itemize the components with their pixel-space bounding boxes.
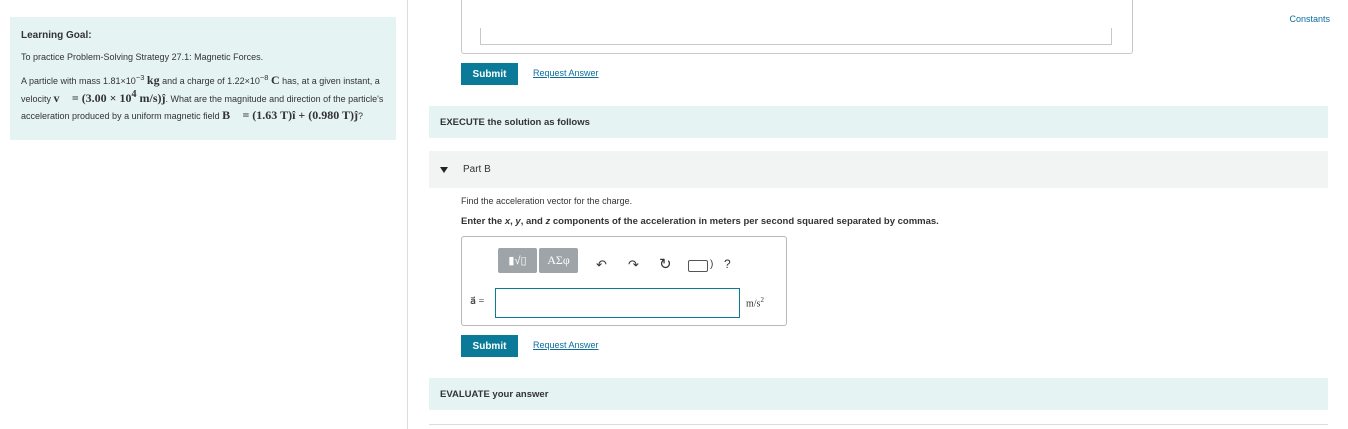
answer-label: a⃗ = [470, 296, 485, 307]
learning-goal-panel: Learning Goal: To practice Problem-Solvi… [10, 17, 396, 140]
part-b-header[interactable]: Part B [429, 151, 1328, 188]
column-divider [407, 0, 408, 429]
constants-link[interactable]: Constants [1289, 14, 1330, 24]
previous-answer-input[interactable] [480, 28, 1112, 45]
problem-statement: A particle with mass 1.81×10−3 kg and a … [21, 72, 384, 123]
evaluate-section-header: EVALUATE your answer [429, 378, 1328, 410]
caret-down-icon[interactable] [440, 166, 448, 173]
request-answer-link-part-a[interactable]: Request Answer [533, 68, 599, 78]
learning-goal-title: Learning Goal: [21, 30, 92, 41]
magnetic-field-expression: B⃗ = (1.63 T)î + (0.980 T)ĵ [222, 108, 359, 123]
bottom-divider [429, 424, 1328, 425]
part-b-instructions: Enter the x, y, and z components of the … [461, 216, 939, 227]
answer-unit: m/s2 [746, 296, 764, 310]
submit-button-part-a[interactable]: Submit [461, 63, 518, 85]
acceleration-input[interactable] [495, 288, 740, 318]
execute-section-header: EXECUTE the solution as follows [429, 106, 1328, 138]
reset-icon[interactable]: ↻ [659, 255, 672, 273]
symbols-button[interactable]: ΑΣφ [539, 248, 578, 273]
keyboard-icon[interactable] [688, 260, 708, 272]
velocity-expression: v⃗ = (3.00 × 104 m/s)ĵ [53, 89, 166, 106]
undo-icon[interactable]: ↶ [596, 257, 607, 273]
templates-button[interactable]: ▮√▯ [498, 248, 537, 273]
help-icon[interactable]: ? [724, 257, 731, 271]
submit-button-part-b[interactable]: Submit [461, 335, 518, 357]
request-answer-link-part-b[interactable]: Request Answer [533, 340, 599, 350]
learning-goal-intro: To practice Problem-Solving Strategy 27.… [21, 52, 264, 62]
previous-answer-box [461, 0, 1133, 54]
redo-icon[interactable]: ↷ [628, 257, 639, 273]
keyboard-menu-icon[interactable]: ) [710, 259, 713, 270]
part-b-title: Part B [463, 164, 491, 175]
answer-editor: ▮√▯ ΑΣφ ↶ ↷ ↻ ) ? a⃗ = m/s2 [461, 236, 787, 326]
part-b-prompt: Find the acceleration vector for the cha… [461, 196, 633, 206]
